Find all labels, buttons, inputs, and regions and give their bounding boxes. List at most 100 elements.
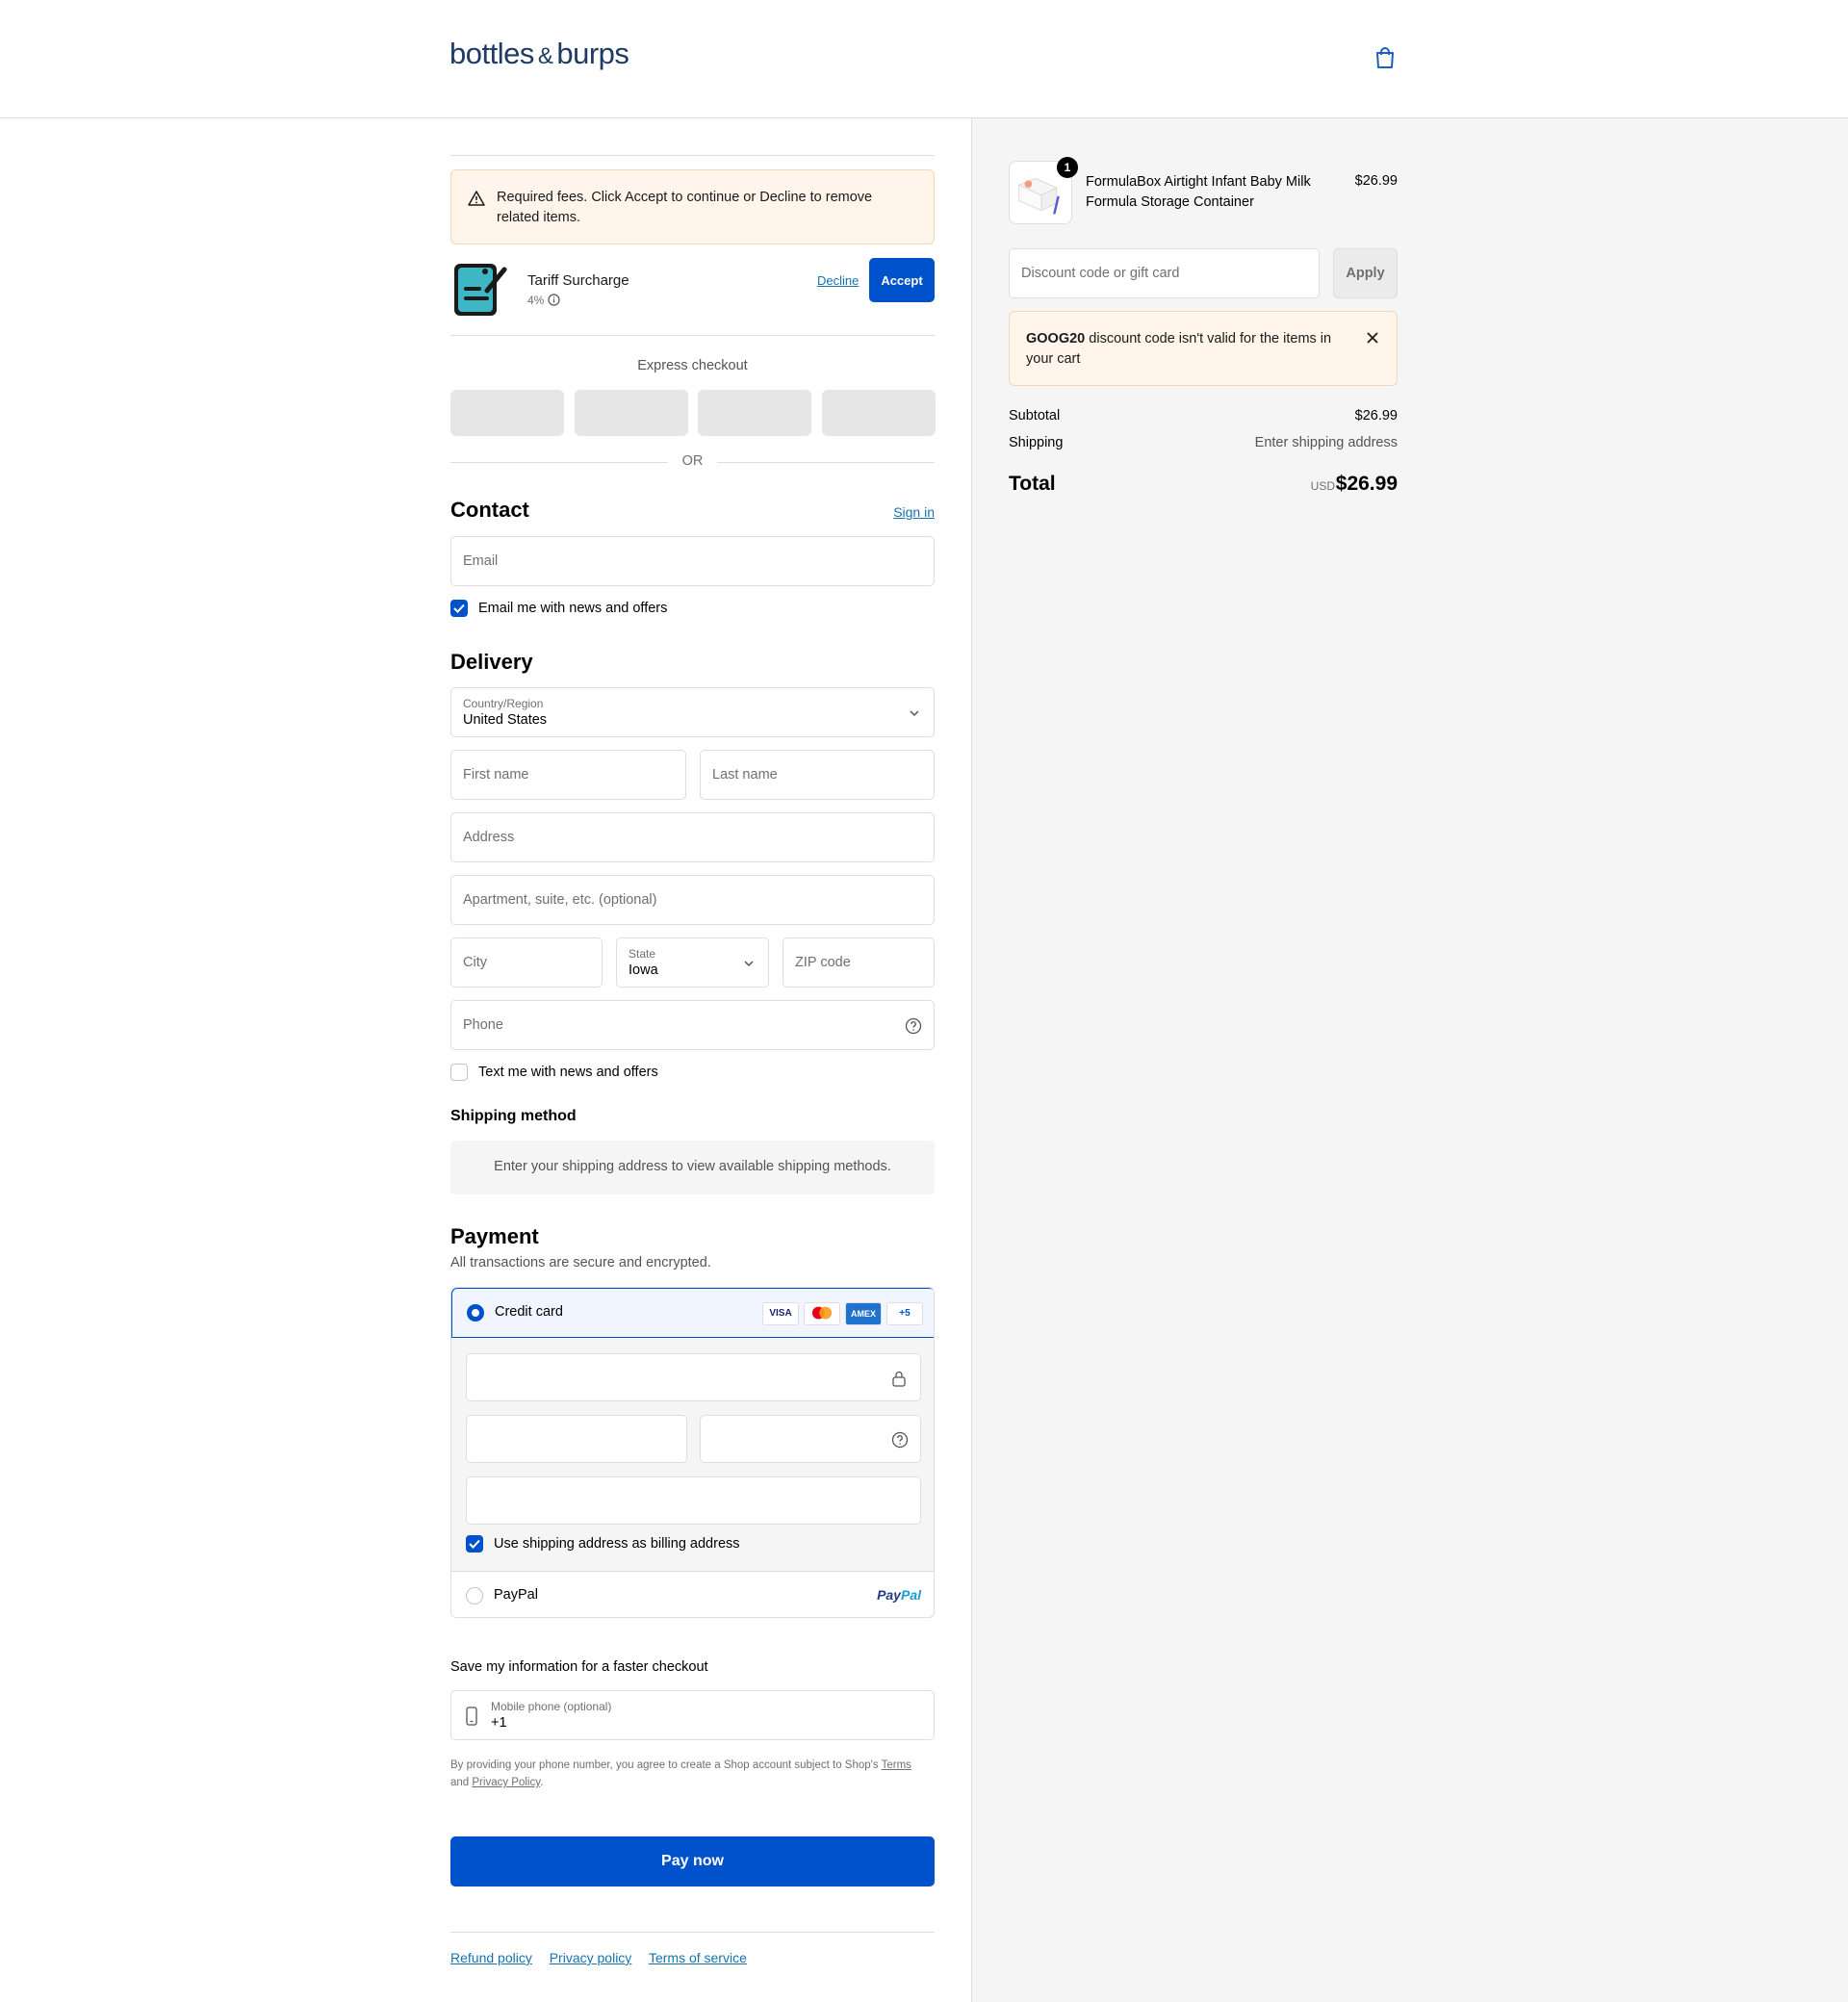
- payment-methods: Credit card VISA AMEX +5 Use shipping ad…: [450, 1287, 935, 1618]
- check-icon: [453, 603, 465, 613]
- shopping-bag-icon[interactable]: [1374, 46, 1396, 69]
- email-news-label: Email me with news and offers: [478, 601, 668, 616]
- mobile-phone-label: Mobile phone (optional): [491, 1700, 612, 1713]
- expiration-field[interactable]: [466, 1415, 687, 1463]
- first-name-field[interactable]: First name: [450, 750, 686, 800]
- shipping-message: Enter your shipping address to view avai…: [494, 1159, 891, 1174]
- privacy-policy-link[interactable]: Privacy policy: [550, 1950, 632, 1965]
- product-price: $26.99: [1354, 173, 1398, 189]
- phone-field[interactable]: Phone: [450, 1000, 935, 1050]
- shipping-row: Shipping Enter shipping address: [1009, 435, 1398, 450]
- fees-warning: Required fees. Click Accept to continue …: [450, 169, 935, 244]
- subtotal-label: Subtotal: [1009, 408, 1061, 424]
- mobile-phone-field[interactable]: Mobile phone (optional) +1: [450, 1690, 935, 1740]
- text-news-checkbox[interactable]: [450, 1064, 468, 1081]
- credit-card-radio[interactable]: [467, 1304, 484, 1322]
- country-value: United States: [463, 712, 548, 728]
- quantity-badge: 1: [1057, 157, 1078, 178]
- last-name-placeholder: Last name: [712, 767, 778, 783]
- email-news-checkbox[interactable]: [450, 600, 468, 617]
- close-icon[interactable]: [1366, 331, 1379, 345]
- security-code-field[interactable]: [700, 1415, 921, 1463]
- city-placeholder: City: [463, 955, 487, 970]
- country-select[interactable]: Country/Region United States: [450, 687, 935, 737]
- lock-icon: [892, 1371, 906, 1387]
- divider: [450, 155, 935, 156]
- credit-card-option[interactable]: Credit card VISA AMEX +5: [451, 1288, 934, 1338]
- credit-card-form: Use shipping address as billing address: [451, 1338, 934, 1572]
- apartment-field[interactable]: Apartment, suite, etc. (optional): [450, 875, 935, 925]
- total-row: Total USD $26.99: [1009, 473, 1398, 496]
- help-icon[interactable]: [905, 1017, 922, 1035]
- pay-now-button[interactable]: Pay now: [450, 1836, 935, 1886]
- logo-text-2: burps: [556, 37, 629, 70]
- product-name: FormulaBox Airtight Infant Baby Milk For…: [1086, 174, 1311, 210]
- paypal-logo-pal: Pal: [900, 1587, 921, 1603]
- email-field[interactable]: Email: [450, 536, 935, 586]
- discount-error-text: GOOG20 discount code isn't valid for the…: [1026, 329, 1334, 370]
- total-label: Total: [1009, 473, 1056, 495]
- last-name-field[interactable]: Last name: [700, 750, 935, 800]
- express-button-1[interactable]: [450, 390, 564, 436]
- mobile-phone-value: +1: [491, 1715, 507, 1731]
- first-name-placeholder: First name: [463, 767, 529, 783]
- text-news-label: Text me with news and offers: [478, 1065, 658, 1080]
- shop-privacy-link[interactable]: Privacy Policy: [472, 1777, 540, 1788]
- express-button-3[interactable]: [698, 390, 811, 436]
- address-field[interactable]: Address: [450, 812, 935, 862]
- mobile-phone-icon: [466, 1707, 477, 1726]
- accept-button[interactable]: Accept: [869, 258, 935, 302]
- decline-link[interactable]: Decline: [817, 273, 859, 288]
- terms-of-service-link[interactable]: Terms of service: [649, 1950, 747, 1965]
- country-label: Country/Region: [463, 697, 544, 710]
- city-field[interactable]: City: [450, 937, 603, 988]
- shipping-method-title: Shipping method: [450, 1108, 577, 1124]
- refund-policy-link[interactable]: Refund policy: [450, 1950, 532, 1965]
- phone-placeholder: Phone: [463, 1017, 503, 1033]
- header: bottles & burps: [0, 0, 1848, 118]
- mastercard-icon: [804, 1302, 840, 1325]
- zip-placeholder: ZIP code: [795, 955, 851, 970]
- paypal-logo: PayPal: [877, 1587, 921, 1603]
- warning-icon: [468, 191, 485, 206]
- chevron-down-icon: [910, 710, 919, 717]
- sign-in-link[interactable]: Sign in: [893, 504, 935, 520]
- legal-prefix: By providing your phone number, you agre…: [450, 1759, 879, 1771]
- discount-code-field[interactable]: Discount code or gift card: [1009, 248, 1320, 298]
- express-button-4[interactable]: [822, 390, 936, 436]
- shipping-methods-placeholder: Enter your shipping address to view avai…: [450, 1141, 935, 1194]
- credit-card-label: Credit card: [495, 1304, 563, 1320]
- billing-address-checkbox[interactable]: [466, 1535, 483, 1553]
- name-on-card-field[interactable]: [466, 1476, 921, 1525]
- delivery-title: Delivery: [450, 650, 533, 674]
- apply-button[interactable]: Apply: [1333, 248, 1398, 298]
- legal-and: and: [450, 1777, 470, 1788]
- subtotal-value: $26.99: [1354, 408, 1398, 424]
- email-placeholder: Email: [463, 553, 499, 569]
- order-summary-background: [971, 118, 1848, 2002]
- discount-placeholder: Discount code or gift card: [1021, 266, 1180, 281]
- store-logo[interactable]: bottles & burps: [449, 37, 629, 71]
- shipping-value: Enter shipping address: [1254, 435, 1398, 450]
- card-number-field[interactable]: [466, 1353, 921, 1401]
- paypal-label: PayPal: [494, 1587, 538, 1603]
- state-select[interactable]: State Iowa: [616, 937, 769, 988]
- zip-field[interactable]: ZIP code: [783, 937, 935, 988]
- billing-address-label: Use shipping address as billing address: [494, 1536, 740, 1552]
- logo-amp: &: [537, 43, 553, 69]
- fees-warning-text: Required fees. Click Accept to continue …: [497, 190, 873, 225]
- contact-title: Contact: [450, 498, 529, 522]
- express-button-2[interactable]: [575, 390, 688, 436]
- shop-terms-link[interactable]: Terms: [882, 1759, 911, 1771]
- paypal-option[interactable]: PayPal PayPal: [451, 1572, 934, 1617]
- amex-icon: AMEX: [845, 1302, 882, 1325]
- help-icon[interactable]: [891, 1431, 909, 1449]
- info-icon[interactable]: [548, 294, 560, 306]
- apartment-placeholder: Apartment, suite, etc. (optional): [463, 892, 657, 908]
- subtotal-row: Subtotal $26.99: [1009, 408, 1398, 424]
- paypal-radio[interactable]: [466, 1587, 483, 1604]
- mastercard-logo: [811, 1306, 833, 1320]
- check-icon: [469, 1539, 480, 1549]
- payment-title: Payment: [450, 1224, 539, 1248]
- shipping-label: Shipping: [1009, 435, 1064, 450]
